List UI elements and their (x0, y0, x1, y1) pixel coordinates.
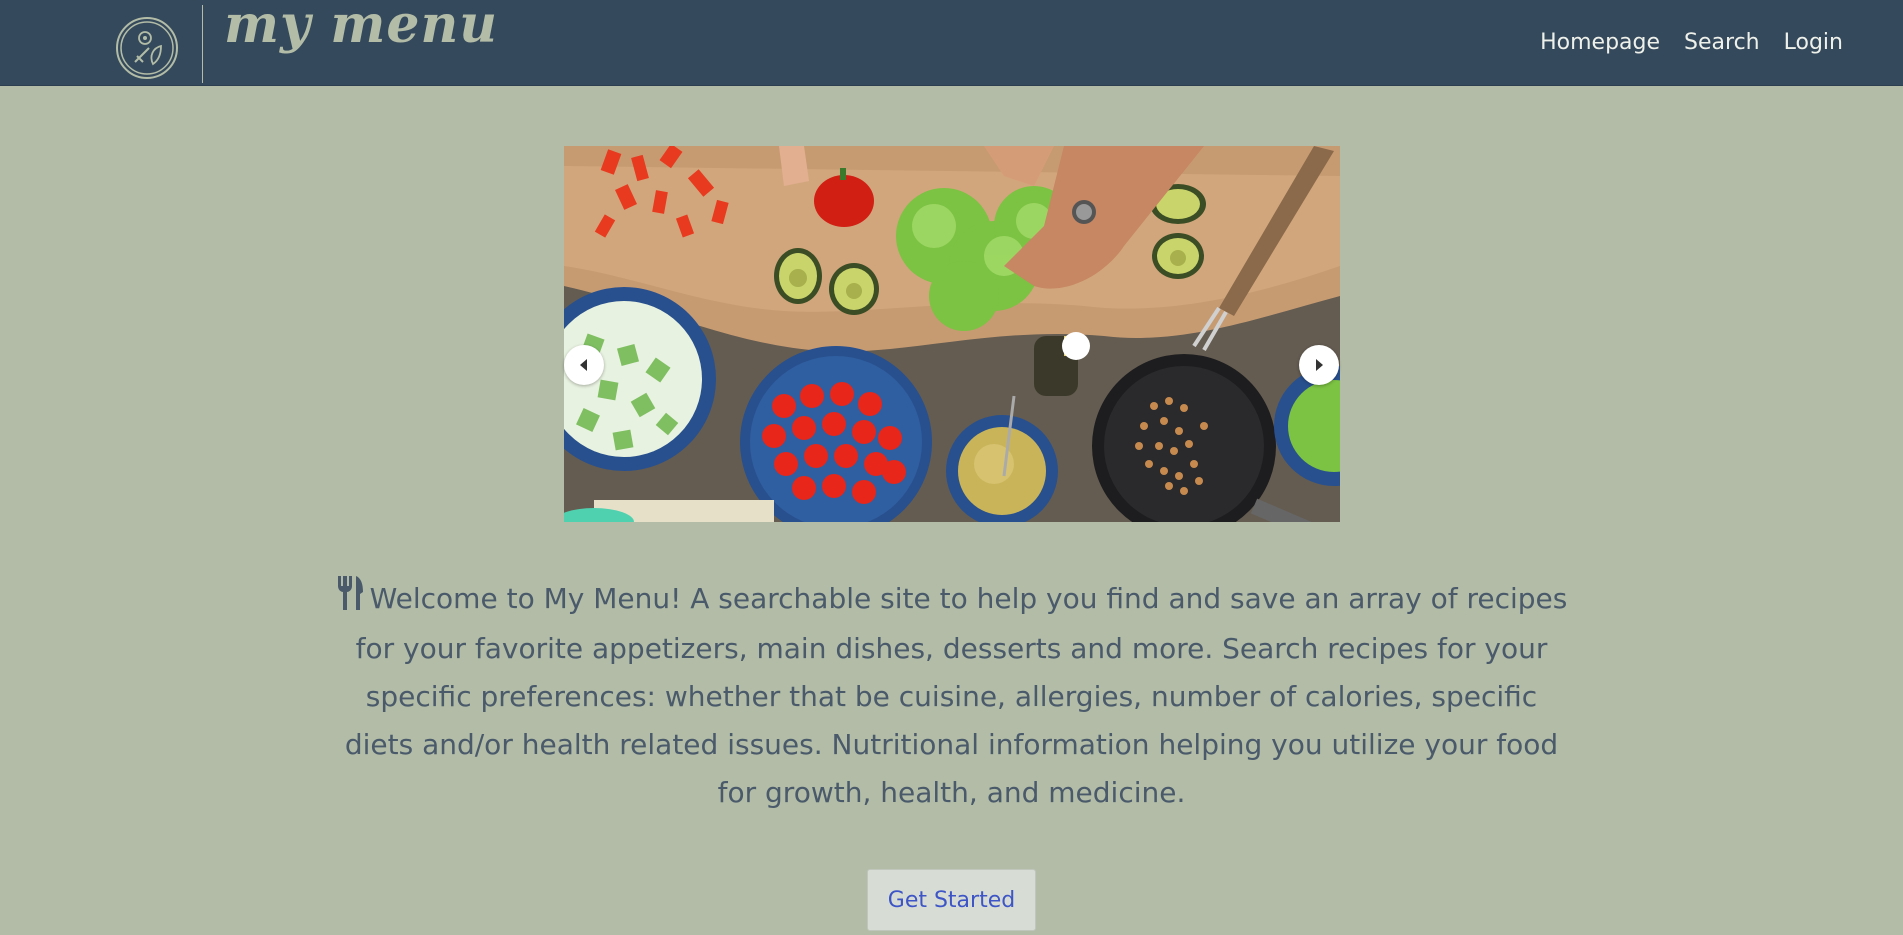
nav-login[interactable]: Login (1784, 30, 1843, 55)
arrow-right-icon (1316, 359, 1323, 371)
carousel-food-image (564, 146, 1340, 522)
nav-search[interactable]: Search (1684, 30, 1760, 55)
navbar: my menu Homepage Search Login (0, 0, 1903, 86)
carousel-next-button[interactable] (1299, 345, 1339, 385)
welcome-text: Welcome to My Menu! A searchable site to… (344, 582, 1568, 809)
arrow-left-icon (580, 359, 587, 371)
logo-divider (202, 5, 203, 83)
get-started-button[interactable]: Get Started (867, 869, 1036, 931)
welcome-paragraph: Welcome to My Menu! A searchable site to… (330, 575, 1573, 817)
utensils-icon (336, 576, 364, 625)
plate-leaf-icon[interactable] (115, 16, 179, 80)
carousel-prev-button[interactable] (564, 345, 604, 385)
nav-links: Homepage Search Login (1540, 30, 1843, 55)
site-logo[interactable]: my menu (224, 0, 498, 55)
nav-homepage[interactable]: Homepage (1540, 30, 1660, 55)
image-carousel (564, 146, 1340, 522)
